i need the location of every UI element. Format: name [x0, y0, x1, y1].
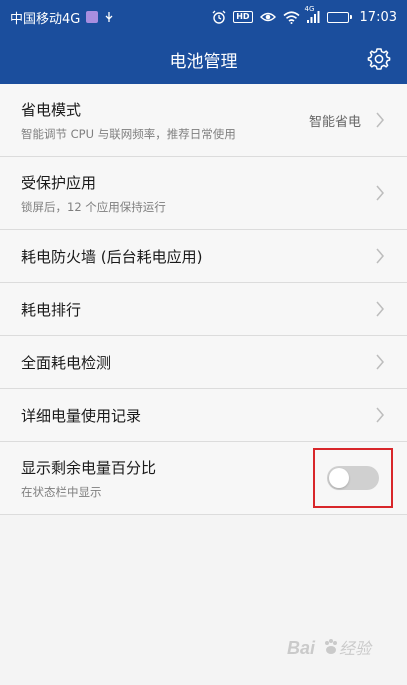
eye-icon: [259, 11, 276, 23]
network-label: 4G: [304, 5, 315, 13]
chevron-right-icon: [375, 112, 385, 128]
row-title: 耗电防火墙 (后台耗电应用): [21, 247, 203, 266]
row-subtitle: 智能调节 CPU 与联网频率，推荐日常使用: [21, 126, 236, 141]
row-title: 耗电排行: [21, 300, 82, 319]
carrier-label: 中国移动4G: [10, 11, 81, 27]
app-header: 电池管理: [0, 34, 407, 84]
svg-text:经验: 经验: [339, 640, 373, 658]
battery-icon: [326, 11, 352, 23]
svg-text:Bai: Bai: [287, 638, 316, 658]
cell-signal-icon: 4G: [305, 5, 320, 23]
chevron-right-icon: [375, 185, 385, 201]
settings-list: 省电模式 智能调节 CPU 与联网频率，推荐日常使用 智能省电 受保护应用 锁屏…: [0, 84, 407, 515]
chevron-right-icon: [375, 407, 385, 423]
row-title: 详细电量使用记录: [21, 406, 142, 425]
row-value: 智能省电: [308, 114, 361, 130]
alarm-icon: [212, 10, 226, 24]
wifi-icon: [283, 10, 300, 24]
chevron-right-icon: [375, 301, 385, 317]
usb-icon: [104, 12, 114, 22]
list-item-full-power-check[interactable]: 全面耗电检测: [0, 336, 407, 389]
list-item-power-firewall[interactable]: 耗电防火墙 (后台耗电应用): [0, 230, 407, 283]
highlight-box: [313, 448, 393, 508]
row-title: 全面耗电检测: [21, 353, 112, 372]
gear-icon[interactable]: [365, 45, 393, 73]
carrier-app-badge-icon: [86, 11, 99, 23]
list-item-power-saving-mode[interactable]: 省电模式 智能调节 CPU 与联网频率，推荐日常使用 智能省电: [0, 84, 407, 157]
row-subtitle: 锁屏后，12 个应用保持运行: [21, 199, 166, 214]
row-subtitle: 在状态栏中显示: [21, 484, 102, 499]
row-title: 受保护应用: [21, 173, 97, 192]
battery-percentage-toggle[interactable]: [327, 466, 379, 490]
hd-icon: HD: [233, 11, 253, 23]
page-title: 电池管理: [169, 51, 238, 72]
chevron-right-icon: [375, 248, 385, 264]
list-item-battery-percentage: 显示剩余电量百分比 在状态栏中显示: [0, 442, 407, 515]
list-item-protected-apps[interactable]: 受保护应用 锁屏后，12 个应用保持运行: [0, 157, 407, 230]
row-title: 显示剩余电量百分比: [21, 458, 157, 477]
chevron-right-icon: [375, 354, 385, 370]
list-item-usage-history[interactable]: 详细电量使用记录: [0, 389, 407, 442]
list-item-power-ranking[interactable]: 耗电排行: [0, 283, 407, 336]
row-title: 省电模式: [21, 100, 82, 119]
status-bar: 中国移动4G HD 4G 17:03: [0, 0, 407, 34]
toggle-knob: [329, 468, 349, 488]
baidu-jingyan-watermark-logo: Bai 经验: [287, 635, 383, 661]
clock: 17:03: [359, 9, 397, 25]
